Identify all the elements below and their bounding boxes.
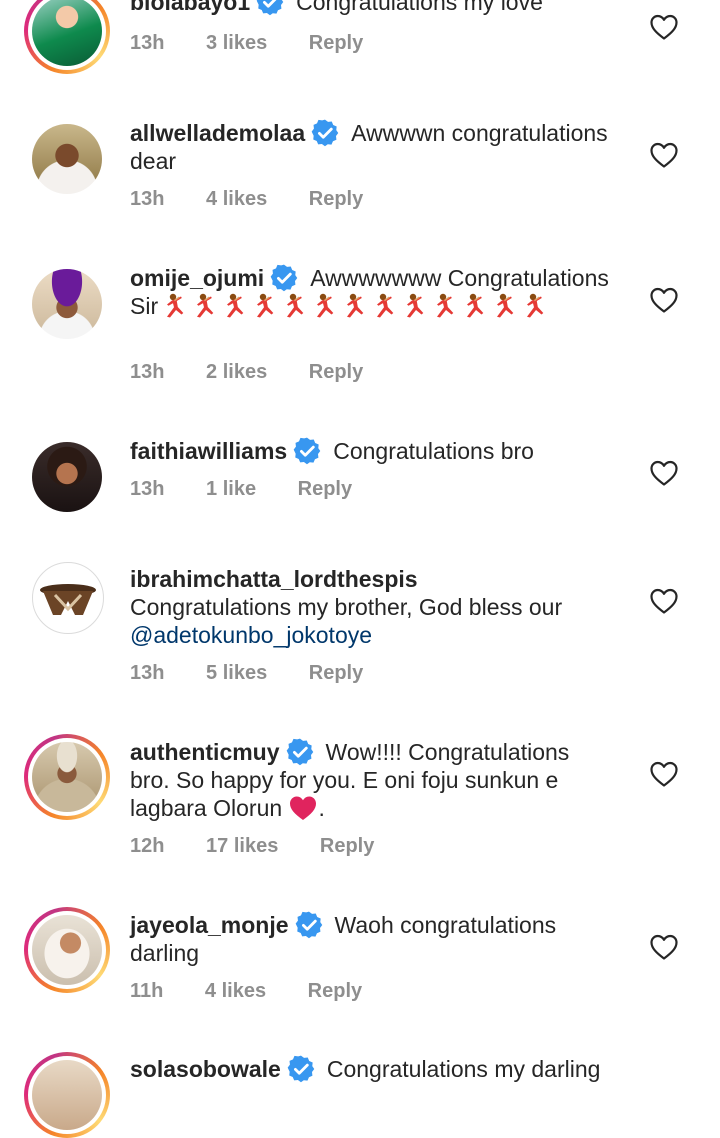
comment-time: 13h: [130, 361, 165, 383]
reply-button[interactable]: Reply: [309, 361, 363, 383]
verified-badge-icon: [287, 1055, 315, 1083]
dancer-emoji-icon: [308, 292, 336, 320]
mention-link[interactable]: @adetokunbo_jokotoye: [130, 622, 372, 648]
reply-button[interactable]: Reply: [309, 662, 363, 684]
verified-badge-icon: [295, 911, 323, 939]
dancer-emoji-icon: [278, 292, 306, 320]
comment-text: Congratulations my darling: [326, 1056, 601, 1082]
comment-username[interactable]: biolabayo1: [130, 0, 250, 15]
comment-username[interactable]: faithiawilliams: [130, 438, 287, 464]
avatar[interactable]: [24, 1052, 110, 1138]
reply-button[interactable]: Reply: [308, 980, 362, 1002]
comment-username[interactable]: authenticmuy: [130, 739, 280, 765]
verified-badge-icon: [311, 119, 339, 147]
verified-badge-icon: [293, 437, 321, 465]
comment-text-end: .: [318, 795, 325, 821]
comment-text: Congratulations bro: [333, 438, 534, 464]
heart-outline-icon[interactable]: [650, 287, 678, 313]
reply-button[interactable]: Reply: [298, 478, 352, 500]
reply-button[interactable]: Reply: [320, 835, 374, 857]
comment-username[interactable]: solasobowale: [130, 1056, 281, 1082]
avatar[interactable]: [24, 116, 110, 202]
dancer-emoji-icon: [488, 292, 516, 320]
dancer-emoji-icon: [188, 292, 216, 320]
reply-button[interactable]: Reply: [309, 188, 363, 210]
heart-outline-icon[interactable]: [650, 142, 678, 168]
avatar[interactable]: [24, 434, 110, 520]
comment-username[interactable]: omije_ojumi: [130, 265, 264, 291]
dancer-emoji-icon: [428, 292, 456, 320]
reply-button[interactable]: Reply: [309, 32, 363, 54]
comment-likes[interactable]: 17 likes: [206, 835, 278, 857]
comment-time: 11h: [130, 980, 164, 1002]
comment-username[interactable]: allwellademolaa: [130, 120, 305, 146]
comment-time: 13h: [130, 478, 165, 500]
avatar[interactable]: [24, 907, 110, 993]
avatar[interactable]: [24, 261, 110, 347]
verified-badge-icon: [270, 264, 298, 292]
dancer-emoji-icon: [518, 292, 546, 320]
comment-time: 13h: [130, 662, 165, 684]
avatar[interactable]: [32, 562, 104, 634]
heart-outline-icon[interactable]: [650, 761, 678, 787]
heart-outline-icon[interactable]: [650, 14, 678, 40]
comment-time: 13h: [130, 32, 165, 54]
comment-likes[interactable]: 1 like: [206, 478, 256, 500]
dancer-emoji-icon: [248, 292, 276, 320]
heart-outline-icon[interactable]: [650, 588, 678, 614]
dancer-emoji-icon: [218, 292, 246, 320]
verified-badge-icon: [256, 0, 284, 16]
comment-time: 13h: [130, 188, 165, 210]
avatar[interactable]: [24, 734, 110, 820]
comment-text: Congratulations my love: [296, 0, 543, 15]
comment-likes[interactable]: 4 likes: [206, 188, 267, 210]
dancer-emoji-icon: [158, 292, 186, 320]
comment-likes[interactable]: 5 likes: [206, 662, 267, 684]
comment-likes[interactable]: 3 likes: [206, 32, 267, 54]
dancer-emoji-row: [158, 293, 548, 319]
dancer-emoji-icon: [368, 292, 396, 320]
comment-time: 12h: [130, 835, 165, 857]
comment-username[interactable]: jayeola_monje: [130, 912, 289, 938]
red-heart-emoji-icon: [289, 794, 317, 822]
comment-likes[interactable]: 4 likes: [205, 980, 266, 1002]
dancer-emoji-icon: [398, 292, 426, 320]
dancer-emoji-icon: [458, 292, 486, 320]
heart-outline-icon[interactable]: [650, 934, 678, 960]
dancer-emoji-icon: [338, 292, 366, 320]
comment-username[interactable]: ibrahimchatta_lordthespis: [130, 566, 418, 592]
verified-badge-icon: [286, 738, 314, 766]
heart-outline-icon[interactable]: [650, 460, 678, 486]
avatar[interactable]: [24, 0, 110, 74]
stool-logo-icon: [40, 584, 96, 615]
comment-likes[interactable]: 2 likes: [206, 361, 267, 383]
comment-text: Congratulations my brother, God bless ou…: [130, 594, 563, 620]
